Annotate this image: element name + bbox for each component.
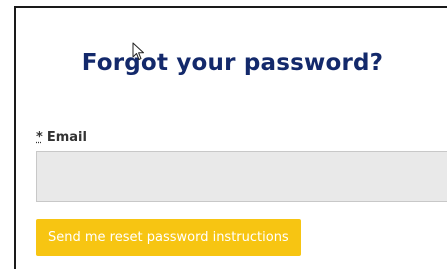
- mouse-pointer-icon: [132, 42, 144, 60]
- email-label: * Email: [36, 130, 87, 145]
- email-label-text: Email: [46, 130, 87, 145]
- page-title: Forgot your password?: [81, 50, 384, 76]
- required-marker: *: [36, 130, 43, 145]
- reset-password-panel: Forgot your password? * Email Send me res…: [14, 6, 447, 269]
- send-reset-instructions-button[interactable]: Send me reset password instructions: [36, 219, 301, 256]
- email-field[interactable]: [36, 151, 447, 202]
